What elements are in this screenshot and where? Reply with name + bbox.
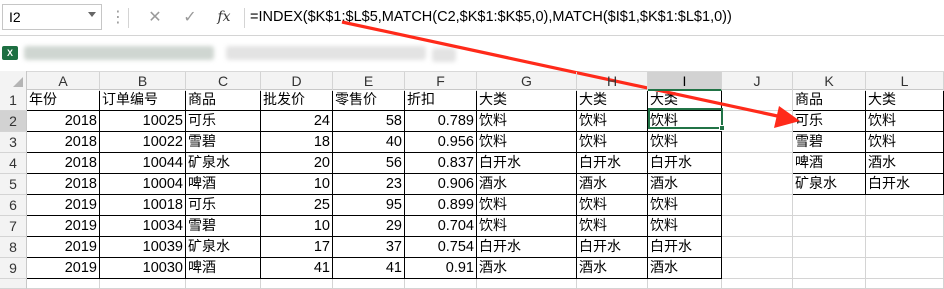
column-header-k[interactable]: K [793, 72, 866, 91]
cell-empty[interactable] [648, 279, 722, 289]
cell-empty[interactable] [333, 279, 405, 289]
cell-empty[interactable] [100, 279, 186, 289]
column-header-i[interactable]: I [648, 72, 722, 91]
column-header-a[interactable]: A [27, 72, 100, 91]
column-header-j[interactable]: J [722, 72, 793, 91]
column-header-c[interactable]: C [186, 72, 261, 91]
annotation-arrow-line [341, 20, 783, 119]
cell-empty[interactable] [261, 279, 333, 289]
column-header-b[interactable]: B [100, 72, 186, 91]
cell-empty[interactable] [793, 279, 866, 289]
annotation-arrow-head [774, 106, 800, 128]
column-header-f[interactable]: F [405, 72, 477, 91]
cell-empty[interactable] [27, 279, 100, 289]
column-header-e[interactable]: E [333, 72, 405, 91]
cell-empty[interactable] [477, 279, 577, 289]
cell-empty[interactable] [186, 279, 261, 289]
column-header-d[interactable]: D [261, 72, 333, 91]
column-header-g[interactable]: G [477, 72, 577, 91]
cell-empty[interactable] [722, 279, 793, 289]
cell-empty[interactable] [405, 279, 477, 289]
column-header-l[interactable]: L [866, 72, 944, 91]
cell-empty[interactable] [577, 279, 648, 289]
cell-empty[interactable] [866, 279, 944, 289]
annotation-arrow [341, 20, 800, 128]
column-header-h[interactable]: H [577, 72, 648, 91]
row-header-10[interactable] [0, 279, 27, 289]
